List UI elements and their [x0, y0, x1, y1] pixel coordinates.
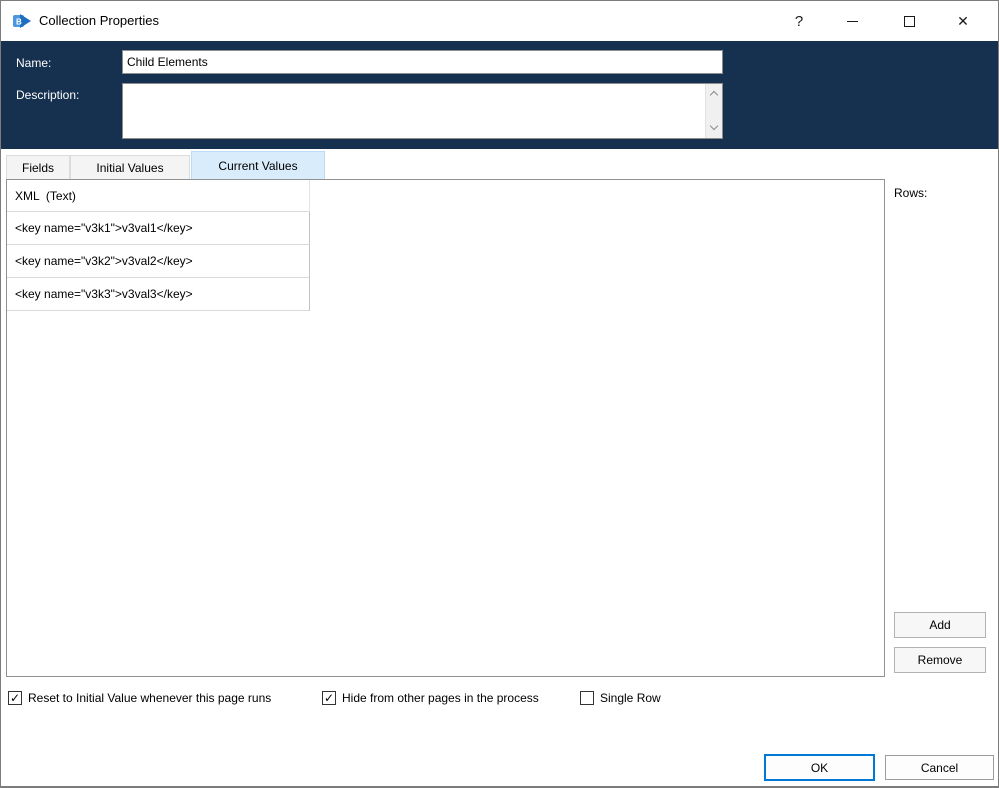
help-button[interactable]: ?	[774, 1, 824, 41]
minimize-button[interactable]	[827, 1, 877, 41]
tab-current-values[interactable]: Current Values	[191, 151, 325, 179]
collection-properties-dialog: B Collection Properties ? ✕ Name: Descri…	[0, 0, 999, 788]
description-input[interactable]	[122, 83, 723, 139]
checkbox-single-row[interactable]: Single Row	[580, 691, 661, 705]
help-icon: ?	[794, 12, 804, 30]
scroll-up-icon[interactable]	[711, 92, 718, 99]
current-values-grid: XML (Text) <key name="v3k1">v3val1</key>…	[6, 179, 885, 677]
checkbox-label: Hide from other pages in the process	[342, 691, 539, 705]
close-button[interactable]: ✕	[938, 1, 988, 41]
svg-text:B: B	[16, 18, 22, 27]
column-header[interactable]: XML (Text)	[7, 180, 310, 212]
options-row: ✓ Reset to Initial Value whenever this p…	[1, 691, 998, 713]
checkbox-label: Reset to Initial Value whenever this pag…	[28, 691, 272, 705]
tab-label: Current Values	[218, 158, 298, 173]
cancel-button[interactable]: Cancel	[885, 755, 994, 780]
properties-header: Name: Description:	[1, 41, 998, 149]
remove-button[interactable]: Remove	[894, 647, 986, 673]
grid-row[interactable]: <key name="v3k1">v3val1</key>	[7, 212, 310, 245]
tab-label: Initial Values	[96, 160, 164, 175]
checkbox-reset-to-initial-value[interactable]: ✓ Reset to Initial Value whenever this p…	[8, 691, 271, 705]
tab-fields[interactable]: Fields	[6, 155, 70, 179]
close-icon: ✕	[957, 12, 969, 29]
maximize-icon	[903, 15, 915, 27]
description-scrollbar[interactable]	[705, 84, 722, 138]
name-label: Name:	[16, 56, 52, 70]
grid-row[interactable]: <key name="v3k2">v3val2</key>	[7, 245, 310, 278]
rows-label: Rows:	[894, 186, 928, 200]
maximize-button[interactable]	[884, 1, 934, 41]
checkbox-icon[interactable]: ✓	[322, 691, 336, 705]
tab-initial-values[interactable]: Initial Values	[70, 155, 190, 179]
name-input[interactable]	[122, 50, 723, 74]
minimize-icon	[846, 20, 858, 22]
add-button[interactable]: Add	[894, 612, 986, 638]
title-bar: B Collection Properties ? ✕	[1, 1, 998, 41]
checkbox-label: Single Row	[600, 691, 661, 705]
app-logo-icon: B	[13, 14, 31, 28]
checkbox-icon[interactable]: ✓	[8, 691, 22, 705]
xml-column: XML (Text) <key name="v3k1">v3val1</key>…	[7, 180, 310, 311]
ok-button[interactable]: OK	[764, 754, 875, 781]
scroll-down-icon[interactable]	[711, 123, 718, 130]
checkbox-icon[interactable]	[580, 691, 594, 705]
checkbox-hide-from-other-pages[interactable]: ✓ Hide from other pages in the process	[322, 691, 539, 705]
tab-strip: Fields Initial Values Current Values	[1, 149, 998, 179]
tab-label: Fields	[21, 160, 54, 175]
description-label: Description:	[16, 88, 80, 102]
grid-row[interactable]: <key name="v3k3">v3val3</key>	[7, 278, 310, 311]
window-title: Collection Properties	[39, 13, 159, 28]
